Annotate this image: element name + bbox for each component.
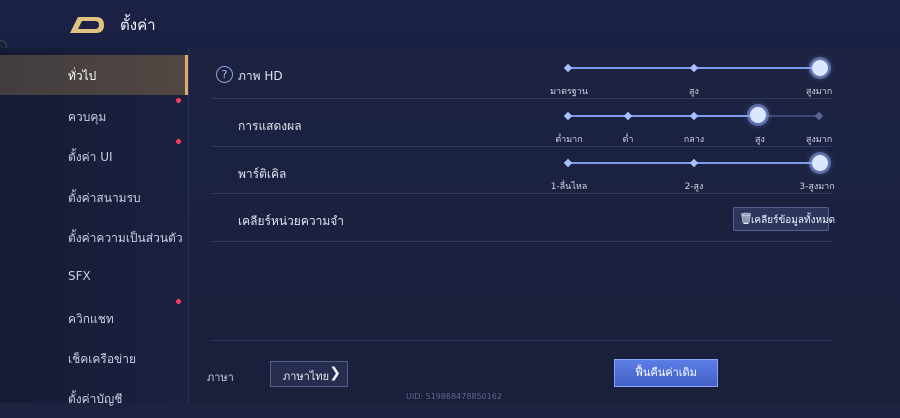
reset-defaults-button[interactable]: ฟื้นคืนค่าเดิม	[614, 359, 718, 387]
display-slider-knob[interactable]	[750, 107, 766, 123]
sidebar-item-controls[interactable]: ควบคุม	[0, 96, 188, 136]
graphics-tick	[563, 63, 573, 73]
sidebar-item-battlefield[interactable]: ตั้งค่าสนามรบ	[0, 177, 188, 217]
particles-tick	[563, 158, 573, 168]
particles-option-label: 2-สูง	[684, 182, 704, 192]
top-bar: ตั้งค่า	[0, 0, 900, 48]
graphics-option-label: สูง	[689, 87, 699, 97]
chevron-right-icon: ❯	[329, 365, 341, 381]
sidebar-item-general[interactable]: ทั่วไป	[0, 55, 188, 95]
page-title: ตั้งค่า	[120, 16, 156, 34]
particles-slider-knob[interactable]	[812, 155, 828, 171]
sidebar-item-account[interactable]: ตั้งค่าบัญชี	[0, 378, 188, 418]
sidebar-item-label: ตั้งค่าความเป็นส่วนตัว	[68, 231, 183, 245]
row-divider	[212, 146, 832, 147]
particles-tick	[689, 158, 699, 168]
clear-memory-label: เคลียร์หน่วยความจำ	[238, 214, 345, 228]
language-label: ภาษา	[207, 371, 234, 384]
graphics-option-label: มาตรฐาน	[550, 87, 588, 97]
row-divider	[212, 193, 832, 194]
display-option-label: กลาง	[683, 135, 705, 145]
display-tick	[689, 111, 699, 121]
clear-all-data-button[interactable]: 🗑 เคลียร์ข้อมูลทั้งหมด	[733, 207, 835, 231]
sidebar-item-network-check[interactable]: เช็คเครือข่าย	[0, 338, 188, 378]
display-tick	[814, 111, 824, 121]
language-selector[interactable]: ภาษาไทย ❯	[270, 361, 348, 387]
display-slider-rest[interactable]	[757, 115, 820, 117]
sidebar-item-label: ตั้งค่าสนามรบ	[68, 191, 141, 205]
sidebar-item-label: ทั่วไป	[68, 69, 97, 83]
language-value: ภาษาไทย	[283, 370, 330, 383]
sidebar-item-label: ควิกแชท	[68, 312, 114, 326]
graphics-option-label: สูงมาก	[805, 87, 833, 97]
notification-dot	[176, 98, 181, 103]
display-option-label: สูงมาก	[805, 135, 833, 145]
notification-dot	[176, 139, 181, 144]
clear-all-data-label: เคลียร์ข้อมูลทั้งหมด	[751, 215, 836, 226]
row-divider	[212, 241, 832, 242]
sidebar-item-quick-chat[interactable]: ควิกแชท	[0, 298, 188, 338]
row-divider	[212, 98, 832, 99]
sidebar-item-ui-settings[interactable]: ตั้งค่า UI	[0, 136, 188, 176]
sidebar-item-label: SFX	[68, 269, 91, 283]
sidebar-item-sfx[interactable]: SFX	[0, 257, 188, 297]
sidebar-item-label: ตั้งค่า UI	[68, 150, 113, 164]
sidebar-item-label: ตั้งค่าบัญชี	[68, 392, 123, 406]
sidebar-item-privacy[interactable]: ตั้งค่าความเป็นส่วนตัว	[0, 217, 188, 257]
back-arrow-icon[interactable]	[68, 13, 106, 35]
particles-option-label: 1-ลื่นไหล	[550, 182, 588, 192]
sidebar-item-label: เช็คเครือข่าย	[68, 352, 137, 366]
graphics-slider-knob[interactable]	[812, 60, 828, 76]
display-tick	[623, 111, 633, 121]
graphics-tick	[689, 63, 699, 73]
display-option-label: ต่ำมาก	[555, 135, 583, 145]
display-label: การแสดงผล	[238, 119, 302, 133]
footer-divider	[212, 340, 832, 341]
display-slider-track[interactable]	[567, 115, 757, 117]
uid-text: UID: 519868478850162	[406, 392, 502, 401]
notification-dot	[176, 299, 181, 304]
display-tick	[563, 111, 573, 121]
sidebar-item-label: ควบคุม	[68, 110, 107, 124]
graphics-label: ภาพ HD	[238, 69, 283, 83]
particles-label: พาร์ติเคิล	[238, 167, 287, 181]
particles-option-label: 3-สูงมาก	[799, 182, 835, 192]
display-option-label: สูง	[755, 135, 765, 145]
sidebar: ทั่วไป ควบคุม ตั้งค่า UI ตั้งค่าสนามรบ ต…	[0, 48, 189, 406]
display-option-label: ต่ำ	[622, 135, 634, 145]
help-icon[interactable]: ?	[216, 66, 233, 83]
